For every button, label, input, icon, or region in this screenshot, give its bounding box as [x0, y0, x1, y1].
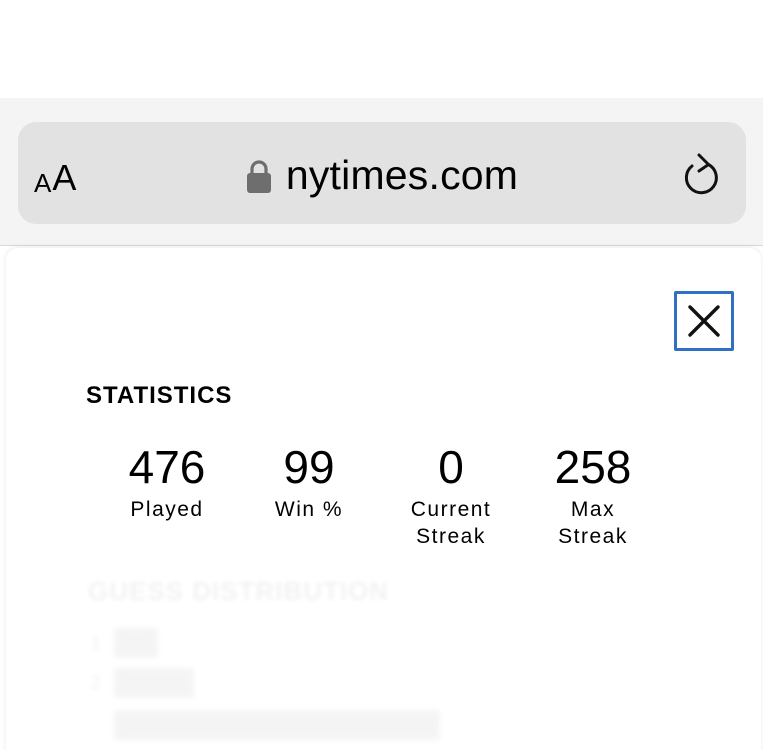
statistics-row: 476 Played 99 Win % 0 Current Streak 258…: [6, 438, 761, 568]
close-button[interactable]: [674, 291, 734, 351]
url-display[interactable]: nytimes.com: [18, 148, 746, 202]
url-text: nytimes.com: [285, 151, 519, 198]
distribution-row-number: 2: [90, 672, 102, 694]
stat-label: Max Streak: [558, 498, 628, 548]
lock-icon: [246, 160, 272, 194]
address-bar[interactable]: A A nytimes.com: [18, 122, 746, 224]
statistics-modal: STATISTICS 476 Played 99 Win % 0 Current…: [6, 248, 761, 750]
stat-label: Win %: [274, 498, 344, 521]
reload-icon: [684, 153, 718, 195]
close-icon: [688, 305, 720, 337]
stat-win-percent: 99 Win %: [229, 438, 389, 523]
stat-label: Current Streak: [410, 498, 492, 548]
status-area: [0, 0, 763, 98]
distribution-bar: [114, 668, 194, 698]
stat-max-streak: 258 Max Streak: [513, 438, 673, 550]
stat-value: 476: [128, 441, 206, 493]
stat-value: 0: [438, 441, 464, 493]
statistics-title: STATISTICS: [86, 382, 233, 409]
stat-value: 258: [554, 441, 632, 493]
stat-current-streak: 0 Current Streak: [371, 438, 531, 550]
browser-chrome: A A nytimes.com: [0, 98, 763, 246]
stat-label: Played: [130, 498, 204, 521]
stat-value: 99: [283, 441, 335, 493]
distribution-bar: [114, 628, 158, 658]
reload-button[interactable]: [680, 150, 724, 198]
stat-played: 476 Played: [87, 438, 247, 523]
guess-distribution-heading: GUESS DISTRIBUTION: [88, 576, 390, 606]
distribution-bar: [114, 710, 440, 740]
distribution-row-number: 1: [90, 632, 102, 654]
